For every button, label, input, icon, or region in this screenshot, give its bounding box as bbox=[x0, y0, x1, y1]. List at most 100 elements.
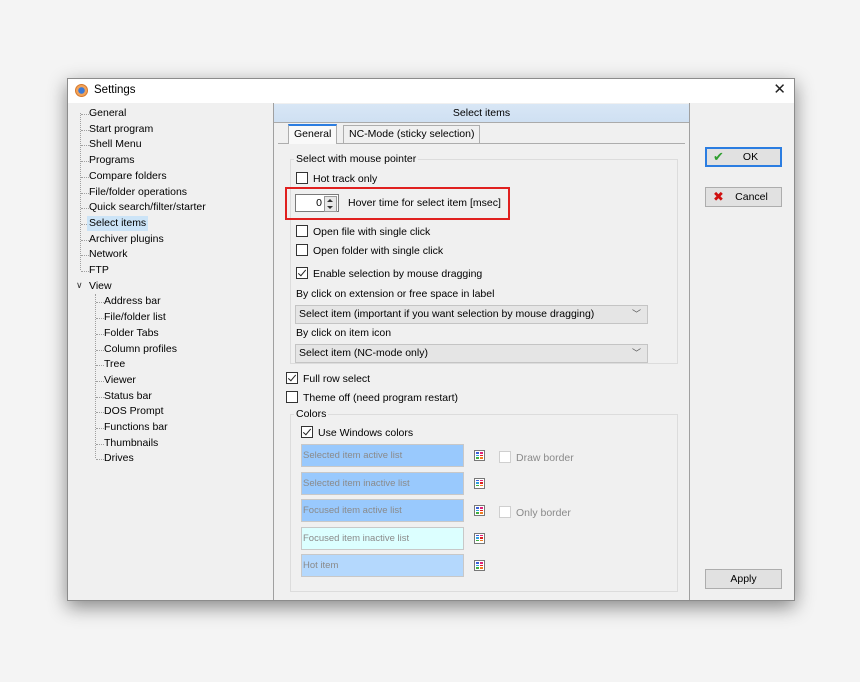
color-swatch-focused-item-inactive-list: Focused item inactive list bbox=[301, 526, 464, 550]
tree-item-thumbnails[interactable]: Thumbnails bbox=[102, 436, 160, 451]
click-icon-dropdown[interactable]: Select item (NC-mode only) ﹀ bbox=[295, 344, 648, 363]
settings-panel: Select items General NC-Mode (sticky sel… bbox=[273, 103, 690, 600]
colors-group-title: Colors bbox=[294, 408, 329, 420]
spinner-arrows[interactable] bbox=[324, 196, 337, 212]
color-dot bbox=[480, 484, 483, 487]
tab-general[interactable]: General bbox=[288, 124, 338, 144]
click-extension-value: Select item (important if you want selec… bbox=[299, 308, 595, 320]
tree-item-status-bar[interactable]: Status bar bbox=[102, 389, 154, 404]
enable-drag-selection-option[interactable]: Enable selection by mouse dragging bbox=[296, 267, 482, 281]
color-dot bbox=[476, 454, 479, 457]
color-dot bbox=[480, 457, 483, 459]
color-dot bbox=[476, 457, 479, 459]
mouse-pointer-group-title: Select with mouse pointer bbox=[294, 153, 419, 165]
color-picker-icon[interactable] bbox=[474, 560, 485, 571]
tree-item-quick-search-filter-starter[interactable]: Quick search/filter/starter bbox=[87, 200, 208, 215]
tree-item-file-folder-operations[interactable]: File/folder operations bbox=[87, 185, 189, 200]
ok-button[interactable]: ✔ OK bbox=[705, 147, 782, 167]
tree-item-address-bar[interactable]: Address bar bbox=[102, 294, 163, 309]
tree-item-general[interactable]: General bbox=[87, 106, 128, 121]
tree-item-view[interactable]: View bbox=[87, 279, 114, 294]
settings-tree: General Start program Shell Menu Programs Co… bbox=[68, 103, 273, 600]
use-windows-colors-label: Use Windows colors bbox=[318, 427, 414, 439]
tree-item-compare-folders[interactable]: Compare folders bbox=[87, 169, 169, 184]
color-dot bbox=[480, 562, 483, 564]
color-picker-icon[interactable] bbox=[474, 450, 485, 461]
spin-down-icon[interactable] bbox=[327, 206, 333, 209]
color-dot bbox=[480, 479, 483, 482]
use-windows-colors-option[interactable]: Use Windows colors bbox=[301, 426, 413, 440]
color-swatch-hot-item: Hot item bbox=[301, 554, 464, 577]
color-dot bbox=[480, 509, 483, 512]
theme-off-checkbox[interactable] bbox=[286, 391, 298, 403]
color-dot bbox=[476, 562, 479, 564]
window-title: Settings bbox=[94, 84, 136, 96]
hot-track-only-checkbox[interactable] bbox=[296, 172, 308, 184]
cancel-button[interactable]: ✖ Cancel bbox=[705, 187, 782, 207]
color-dot bbox=[476, 484, 479, 487]
full-row-select-option[interactable]: Full row select bbox=[286, 372, 370, 386]
color-dot bbox=[476, 509, 479, 512]
open-folder-single-click-option[interactable]: Open folder with single click bbox=[296, 244, 443, 258]
use-windows-colors-checkbox[interactable] bbox=[301, 426, 313, 438]
theme-off-label: Theme off (need program restart) bbox=[303, 392, 459, 404]
color-dot bbox=[480, 507, 483, 509]
tree-item-shell-menu[interactable]: Shell Menu bbox=[87, 137, 144, 152]
tree-item-drives[interactable]: Drives bbox=[102, 451, 136, 466]
close-icon[interactable]: ✕ bbox=[773, 82, 786, 98]
color-dot bbox=[476, 567, 479, 569]
tree-item-file-folder-list[interactable]: File/folder list bbox=[102, 310, 168, 325]
color-swatch-focused-item-active-list: Focused item active list bbox=[301, 499, 464, 522]
hover-time-spinner[interactable]: 0 bbox=[295, 194, 339, 212]
full-row-select-checkbox[interactable] bbox=[286, 372, 298, 384]
draw-border-checkbox[interactable] bbox=[499, 451, 511, 463]
expand-chevron-icon[interactable]: ∨ bbox=[76, 280, 83, 291]
open-folder-single-click-checkbox[interactable] bbox=[296, 244, 308, 256]
hover-time-value: 0 bbox=[316, 197, 322, 209]
color-picker-icon[interactable] bbox=[474, 505, 485, 516]
color-dot bbox=[476, 512, 479, 514]
theme-off-option[interactable]: Theme off (need program restart) bbox=[286, 391, 458, 405]
tree-item-column-profiles[interactable]: Column profiles bbox=[102, 342, 179, 357]
tab-content: Select with mouse pointer Hot track only… bbox=[278, 143, 685, 596]
apply-button[interactable]: Apply bbox=[705, 569, 782, 589]
click-icon-value: Select item (NC-mode only) bbox=[299, 347, 428, 359]
tree-item-dos-prompt[interactable]: DOS Prompt bbox=[102, 404, 166, 419]
open-file-single-click-option[interactable]: Open file with single click bbox=[296, 225, 430, 239]
hot-track-only-option[interactable]: Hot track only bbox=[296, 172, 377, 186]
tree-item-functions-bar[interactable]: Functions bar bbox=[102, 420, 170, 435]
open-file-single-click-checkbox[interactable] bbox=[296, 225, 308, 237]
spin-up-icon[interactable] bbox=[327, 199, 333, 202]
color-dot bbox=[476, 452, 479, 454]
color-dot bbox=[480, 452, 483, 454]
tree-item-archiver-plugins[interactable]: Archiver plugins bbox=[87, 232, 166, 247]
tree-item-programs[interactable]: Programs bbox=[87, 153, 137, 168]
tree-item-select-items[interactable]: Select items bbox=[87, 215, 149, 231]
color-dot bbox=[480, 454, 483, 457]
color-picker-icon[interactable] bbox=[474, 532, 485, 544]
click-extension-dropdown[interactable]: Select item (important if you want selec… bbox=[295, 305, 648, 324]
click-extension-label: By click on extension or free space in l… bbox=[296, 288, 495, 300]
chevron-down-icon: ﹀ bbox=[631, 309, 641, 319]
color-dot bbox=[480, 539, 483, 542]
tree-item-viewer[interactable]: Viewer bbox=[102, 373, 138, 388]
hover-time-label: Hover time for select item [msec] bbox=[348, 197, 501, 209]
enable-drag-selection-checkbox[interactable] bbox=[296, 267, 308, 279]
tree-item-start-program[interactable]: Start program bbox=[87, 122, 155, 137]
color-picker-icon[interactable] bbox=[474, 477, 485, 489]
draw-border-label: Draw border bbox=[516, 452, 574, 464]
color-dot bbox=[480, 537, 483, 539]
open-folder-single-click-label: Open folder with single click bbox=[313, 245, 444, 257]
draw-border-option[interactable]: Draw border bbox=[499, 451, 574, 465]
color-dot bbox=[476, 507, 479, 509]
tab-nc-mode[interactable]: NC-Mode (sticky selection) bbox=[343, 125, 481, 143]
color-dot bbox=[480, 567, 483, 569]
only-border-option[interactable]: Only border bbox=[499, 506, 571, 520]
app-icon bbox=[75, 84, 88, 97]
tree-item-folder-tabs[interactable]: Folder Tabs bbox=[102, 326, 161, 341]
tree-item-ftp[interactable]: FTP bbox=[87, 263, 111, 278]
tree-item-tree[interactable]: Tree bbox=[102, 357, 127, 372]
only-border-checkbox[interactable] bbox=[499, 506, 511, 518]
tree-item-network[interactable]: Network bbox=[87, 247, 130, 262]
chevron-down-icon: ﹀ bbox=[631, 348, 641, 358]
